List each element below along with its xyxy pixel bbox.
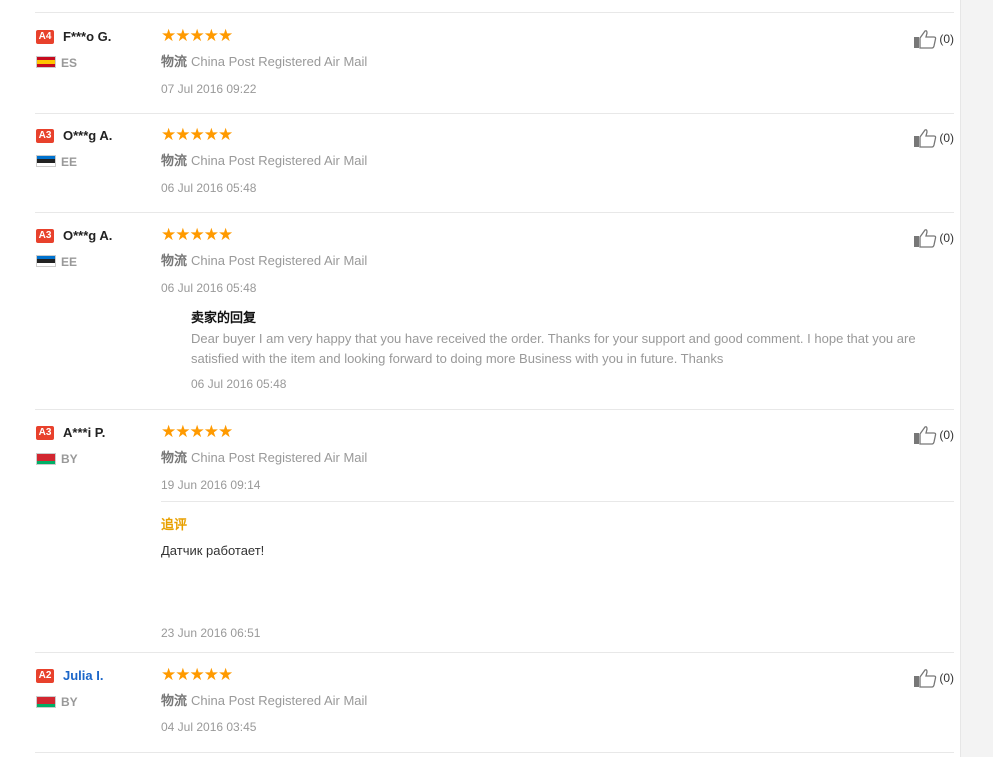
buyer-level-badge: A4	[36, 30, 54, 44]
country-flag-icon	[36, 155, 56, 167]
star-rating: ★★★★★	[161, 225, 233, 244]
country-code: EE	[61, 155, 78, 169]
logistics-label: 物流	[161, 693, 188, 708]
review-item: A2 Julia I. BY ★★★★★ 物流 China Post Regist…	[35, 652, 954, 753]
logistics-value: China Post Registered Air Mail	[191, 450, 368, 465]
logistics-info: 物流 China Post Registered Air Mail	[161, 51, 367, 70]
divider	[161, 501, 954, 502]
country-flag-icon	[36, 696, 56, 708]
review-date: 07 Jul 2016 09:22	[161, 82, 257, 96]
buyer-level-badge: A2	[36, 669, 54, 683]
scrollbar[interactable]	[960, 0, 993, 757]
logistics-label: 物流	[161, 450, 188, 465]
review-item: A3 O***g A. EE ★★★★★ 物流 China Post Regist…	[35, 212, 954, 410]
logistics-value: China Post Registered Air Mail	[191, 253, 368, 268]
review-date: 06 Jul 2016 05:48	[161, 181, 257, 195]
country-code: BY	[61, 452, 78, 466]
buyer-level-badge: A3	[36, 129, 54, 143]
thumbs-up-icon	[914, 669, 937, 688]
like-button[interactable]: (0)	[913, 425, 954, 445]
logistics-value: China Post Registered Air Mail	[191, 153, 368, 168]
logistics-info: 物流 China Post Registered Air Mail	[161, 690, 367, 709]
buyer-level-badge: A3	[36, 426, 54, 440]
like-count: (0)	[939, 131, 954, 145]
buyer-name: A***i P.	[63, 425, 106, 440]
seller-reply-text: Dear buyer I am very happy that you have…	[191, 331, 916, 366]
followup-text: Датчик работает!	[161, 543, 265, 558]
country-code: EE	[61, 255, 78, 269]
review-item: A3 A***i P. BY ★★★★★ 物流 China Post Regist…	[35, 409, 954, 653]
star-rating: ★★★★★	[161, 26, 233, 45]
like-button[interactable]: (0)	[913, 228, 954, 248]
logistics-info: 物流 China Post Registered Air Mail	[161, 250, 367, 269]
thumbs-up-icon	[914, 229, 937, 248]
thumbs-up-icon	[914, 129, 937, 148]
logistics-info: 物流 China Post Registered Air Mail	[161, 150, 367, 169]
review-date: 19 Jun 2016 09:14	[161, 478, 261, 492]
buyer-name: O***g A.	[63, 128, 113, 143]
thumbs-up-icon	[914, 30, 937, 49]
logistics-label: 物流	[161, 253, 188, 268]
buyer-name: O***g A.	[63, 228, 113, 243]
buyer-level-badge: A3	[36, 229, 54, 243]
review-item: A4 F***o G. ES ★★★★★ 物流 China Post Regist…	[35, 12, 954, 114]
logistics-value: China Post Registered Air Mail	[191, 693, 368, 708]
followup-date: 23 Jun 2016 06:51	[161, 626, 261, 640]
buyer-name: F***o G.	[63, 29, 112, 44]
buyer-name-link[interactable]: Julia I.	[63, 668, 103, 683]
like-count: (0)	[939, 231, 954, 245]
logistics-label: 物流	[161, 153, 188, 168]
logistics-label: 物流	[161, 54, 188, 69]
like-button[interactable]: (0)	[913, 668, 954, 688]
country-flag-icon	[36, 255, 56, 267]
followup-title: 追评	[161, 517, 188, 532]
like-count: (0)	[939, 32, 954, 46]
seller-reply-title: 卖家的回复	[191, 310, 257, 325]
country-code: BY	[61, 695, 78, 709]
review-item: A3 O***g A. EE ★★★★★ 物流 China Post Regist…	[35, 112, 954, 213]
seller-reply-date: 06 Jul 2016 05:48	[191, 377, 287, 391]
star-rating: ★★★★★	[161, 665, 233, 684]
review-date: 06 Jul 2016 05:48	[161, 281, 257, 295]
logistics-info: 物流 China Post Registered Air Mail	[161, 447, 367, 466]
like-button[interactable]: (0)	[913, 29, 954, 49]
star-rating: ★★★★★	[161, 125, 233, 144]
country-flag-icon	[36, 453, 56, 465]
like-button[interactable]: (0)	[913, 128, 954, 148]
thumbs-up-icon	[914, 426, 937, 445]
star-rating: ★★★★★	[161, 422, 233, 441]
country-flag-icon	[36, 56, 56, 68]
like-count: (0)	[939, 671, 954, 685]
review-date: 04 Jul 2016 03:45	[161, 720, 257, 734]
country-code: ES	[61, 56, 78, 70]
logistics-value: China Post Registered Air Mail	[191, 54, 368, 69]
like-count: (0)	[939, 428, 954, 442]
